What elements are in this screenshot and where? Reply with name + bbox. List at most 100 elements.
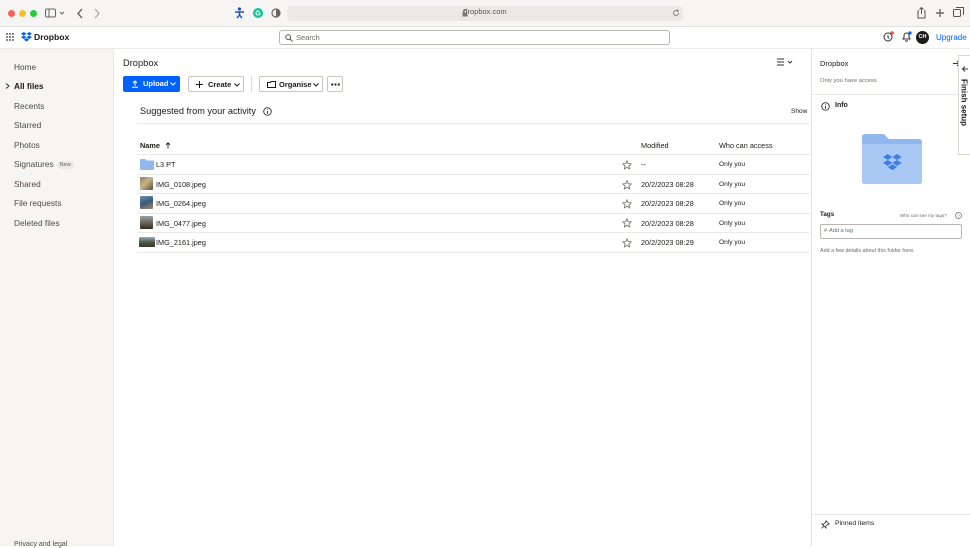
tags-help-link[interactable]: Who can see my tags? [900,213,947,218]
minimize-window-button[interactable] [19,10,26,17]
tags-label: Tags [820,211,835,218]
star-icon[interactable] [622,199,632,209]
column-header-modified[interactable]: Modified [641,141,669,150]
more-icon [331,83,340,86]
details-panel [811,49,970,546]
sidebar-item-recents[interactable]: Recents [14,101,44,111]
close-window-button[interactable] [8,10,15,17]
info-icon[interactable] [263,107,272,116]
upload-label: Upload [143,79,169,88]
chevron-down-icon [234,83,240,87]
page-title: Dropbox [123,58,159,68]
notifications-bell-icon[interactable] [901,31,912,42]
table-row[interactable]: IMG_0264.jpeg 20/2/2023 08:28 Only you [137,193,810,213]
address-bar[interactable]: dropbox.com [287,6,683,21]
access-label: Only you [719,220,746,227]
chevron-down-icon [170,82,176,86]
column-header-name-label: Name [140,141,160,150]
star-icon[interactable] [622,238,632,248]
table-row[interactable]: IMG_2161.jpeg 20/2/2023 08:29 Only you [137,232,810,252]
modified-date: 20/2/2023 08:29 [641,238,694,247]
share-icon[interactable] [917,7,926,19]
finish-setup-tab[interactable]: Finish setup [958,55,970,155]
image-thumbnail [140,216,153,229]
updates-icon[interactable] [883,31,894,42]
divider [137,252,810,253]
brand-name[interactable]: Dropbox [34,32,69,42]
star-icon[interactable] [622,218,632,228]
access-label: Only you [719,200,746,207]
sidebar-item-all-files[interactable]: All files [14,81,44,91]
details-title: Dropbox [820,59,849,68]
pinned-items-label[interactable]: Pinned items [835,520,874,527]
sidebar-item-shared[interactable]: Shared [14,179,41,189]
show-suggested-button[interactable]: Show [791,108,807,115]
upload-button[interactable]: Upload [123,76,180,92]
forward-icon[interactable] [93,8,101,19]
table-row[interactable]: L3 PT -- Only you [137,155,810,174]
help-icon[interactable]: ? [955,212,962,219]
chevron-down-icon [313,83,319,87]
file-name[interactable]: IMG_0264.jpeg [156,199,206,208]
new-tab-icon[interactable] [935,8,945,18]
table-row[interactable]: IMG_0477.jpeg 20/2/2023 08:28 Only you [137,213,810,232]
avatar[interactable]: CH [916,31,929,44]
privacy-legal-link[interactable]: Privacy and legal [14,541,67,548]
more-actions-button[interactable] [327,76,343,92]
details-hint[interactable]: Add a few details about this folder here… [820,248,915,254]
suggested-title: Suggested from your activity [140,106,256,116]
browser-toolbar: G dropbox.com [0,0,970,27]
access-label: Only you [719,181,746,188]
sidebar-item-signatures[interactable]: Signatures New [14,159,74,169]
divider [812,514,970,515]
star-icon[interactable] [622,180,632,190]
modified-date: 20/2/2023 08:28 [641,219,694,228]
dropbox-logo-icon[interactable] [21,32,32,42]
column-header-access[interactable]: Who can access [719,141,773,150]
search-placeholder: Search [296,33,320,42]
zoom-window-button[interactable] [30,10,37,17]
reload-icon[interactable] [672,9,680,17]
file-name[interactable]: L3 PT [156,160,175,169]
add-tag-input[interactable]: # Add a tag [820,224,962,239]
privacy-shield-icon[interactable] [271,8,281,18]
sidebar-item-home[interactable]: Home [14,62,36,72]
star-icon[interactable] [622,160,632,170]
modified-date: 20/2/2023 08:28 [641,180,694,189]
upgrade-link[interactable]: Upgrade [936,33,967,42]
info-section-label[interactable]: Info [835,102,848,109]
accessibility-extension-icon[interactable] [234,7,245,19]
access-label: Only you [719,161,746,168]
sort-ascending-icon[interactable] [165,142,171,149]
organise-button[interactable]: Organise [259,76,323,92]
app-grid-icon[interactable] [6,33,14,41]
sidebar-item-label: Signatures [14,159,54,169]
search-icon [285,34,293,42]
image-thumbnail [140,196,153,209]
file-name[interactable]: IMG_2161.jpeg [156,238,206,247]
chevron-right-icon[interactable] [5,83,10,89]
add-tag-placeholder: Add a tag [829,228,853,234]
tab-overview-icon[interactable] [953,7,964,18]
sidebar-item-photos[interactable]: Photos [14,140,40,150]
column-header-name[interactable]: Name [140,141,160,150]
table-row[interactable]: IMG_0108.jpeg 20/2/2023 08:28 Only you [137,174,810,193]
grammarly-extension-icon[interactable]: G [253,8,263,18]
view-options-icon[interactable] [776,57,794,67]
file-name[interactable]: IMG_0477.jpeg [156,219,206,228]
sidebar-item-file-requests[interactable]: File requests [14,198,62,208]
back-icon[interactable] [76,8,84,19]
plus-icon [196,81,203,88]
create-label: Create [208,80,232,89]
sidebar-item-deleted-files[interactable]: Deleted files [14,218,60,228]
search-input[interactable]: Search [279,30,670,45]
create-button[interactable]: Create [188,76,244,92]
sidebar-item-starred[interactable]: Starred [14,120,41,130]
image-thumbnail [139,237,155,247]
folder-icon [140,159,154,170]
file-name[interactable]: IMG_0108.jpeg [156,180,206,189]
sidebar-toggle-icon[interactable] [45,8,65,19]
organise-label: Organise [279,80,312,89]
image-thumbnail [140,177,153,190]
upload-icon [131,80,139,88]
